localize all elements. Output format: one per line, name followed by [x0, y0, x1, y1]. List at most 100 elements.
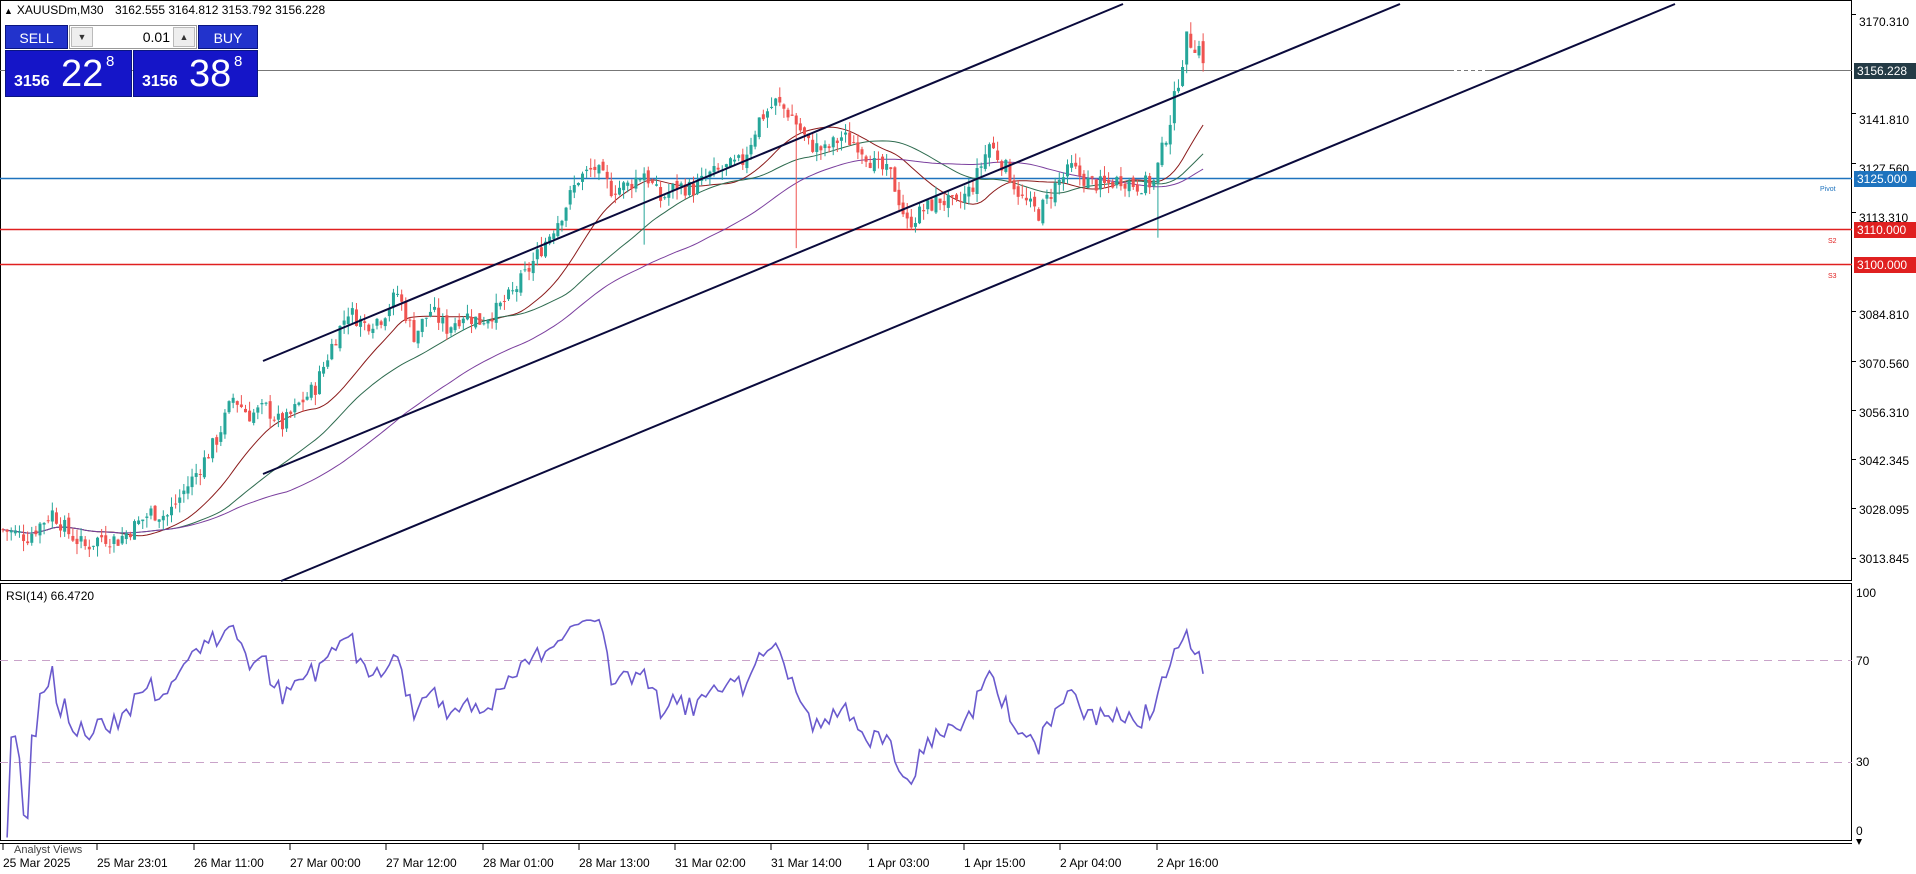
candle-body: [305, 396, 309, 400]
candle-body: [1053, 182, 1057, 203]
candle-body: [17, 531, 21, 533]
chevron-down-icon[interactable]: ▼: [71, 27, 93, 47]
buy-price-sup: 8: [234, 53, 243, 70]
candle-body: [116, 539, 120, 546]
time-axis: [2, 844, 1158, 850]
candle-body: [597, 165, 601, 174]
candle-body: [1098, 176, 1102, 190]
candle-body: [91, 545, 95, 547]
candle-body: [1139, 193, 1143, 195]
candle-body: [802, 127, 806, 135]
volume-field[interactable]: ▼ 0.01 ▲: [69, 25, 197, 49]
candle-body: [831, 137, 835, 148]
scroll-arrow-icon[interactable]: [1856, 839, 1862, 845]
s2-level-label: S2: [1828, 238, 1837, 245]
candle-body: [63, 519, 67, 532]
candle-body: [523, 269, 527, 271]
candle-body: [330, 343, 334, 360]
chevron-up-icon[interactable]: ▲: [173, 27, 195, 47]
candle-body: [437, 307, 441, 323]
analyst-views-tab[interactable]: Analyst Views: [14, 844, 82, 856]
triangle-icon[interactable]: ▲: [4, 6, 13, 16]
volume-value[interactable]: 0.01: [96, 29, 170, 45]
candle-body: [531, 260, 535, 274]
candle-body: [983, 154, 987, 169]
candle-body: [502, 300, 506, 302]
candle-body: [34, 530, 38, 535]
buy-button[interactable]: BUY: [198, 25, 258, 49]
channel-line-upper[interactable]: [262, 3, 1124, 362]
candle-body: [416, 330, 420, 344]
time-tick: 31 Mar 14:00: [771, 856, 842, 870]
candle-body: [749, 144, 753, 155]
candle-body: [445, 315, 449, 334]
candle-body: [885, 163, 889, 170]
candle-body: [819, 146, 823, 151]
candle-body: [424, 317, 428, 319]
candle-body: [872, 158, 876, 172]
candle-body: [30, 533, 34, 543]
candle-body: [108, 546, 112, 548]
candle-body: [252, 412, 256, 423]
sell-button[interactable]: SELL: [5, 25, 68, 49]
candle-body: [626, 182, 630, 186]
candle-body: [363, 321, 367, 323]
moving-averages: [2, 124, 1204, 537]
channel-line-middle[interactable]: [262, 3, 1401, 475]
candle-body: [309, 384, 313, 398]
candle-body: [613, 193, 617, 195]
candle-body: [202, 457, 206, 478]
buy-price-box[interactable]: 3156 38 8: [133, 50, 258, 97]
candle-body: [568, 190, 572, 205]
candle-body: [342, 320, 346, 325]
candle-body: [396, 293, 400, 295]
channel-line-lower[interactable]: [280, 3, 1676, 582]
candle-body: [913, 222, 917, 227]
candle-body: [589, 167, 593, 170]
candle-body: [716, 167, 720, 170]
candle-body: [1189, 33, 1193, 48]
candle-body: [959, 200, 963, 202]
candle-body: [124, 533, 128, 540]
candle-body: [601, 161, 605, 171]
candle-body: [457, 319, 461, 327]
candle-body: [100, 535, 104, 538]
candle-body: [194, 473, 198, 477]
candle-body: [618, 187, 621, 195]
sell-price-box[interactable]: 3156 22 8: [5, 50, 132, 97]
candle-body: [161, 515, 165, 521]
candle-body: [1074, 162, 1078, 167]
bid-price-tag: 3156.228: [1854, 63, 1916, 79]
time-tick: 25 Mar 2025: [3, 856, 71, 870]
candle-body: [420, 318, 424, 332]
candle-body: [453, 323, 457, 331]
symbol-label: XAUUSDm,M30: [16, 3, 104, 17]
chart-canvas[interactable]: [0, 0, 1916, 874]
candle-body: [174, 503, 178, 505]
candle-body: [50, 510, 54, 522]
candle-body: [515, 289, 519, 293]
ma-mid-line: [2, 140, 1204, 534]
candle-body: [765, 111, 769, 118]
s2-price-tag: 3110.000: [1854, 222, 1916, 238]
candle-body: [71, 535, 75, 541]
candle-body: [1135, 184, 1139, 192]
candle-body: [42, 522, 46, 525]
candle-body: [1090, 176, 1094, 178]
candle-body: [889, 167, 893, 170]
ma-slow-line: [2, 158, 1204, 534]
candle-body: [59, 524, 63, 531]
candle-body: [609, 180, 613, 197]
candle-body: [634, 177, 638, 189]
time-tick: 2 Apr 04:00: [1060, 856, 1122, 870]
candle-body: [770, 106, 774, 108]
candle-body: [223, 412, 227, 435]
time-tick: 31 Mar 02:00: [675, 856, 746, 870]
candle-body: [375, 318, 379, 326]
candle-body: [1164, 142, 1168, 145]
candle-body: [243, 408, 247, 413]
candle-body: [642, 173, 646, 181]
time-tick: 1 Apr 15:00: [964, 856, 1026, 870]
candle-body: [868, 162, 872, 168]
candle-body: [942, 200, 946, 206]
